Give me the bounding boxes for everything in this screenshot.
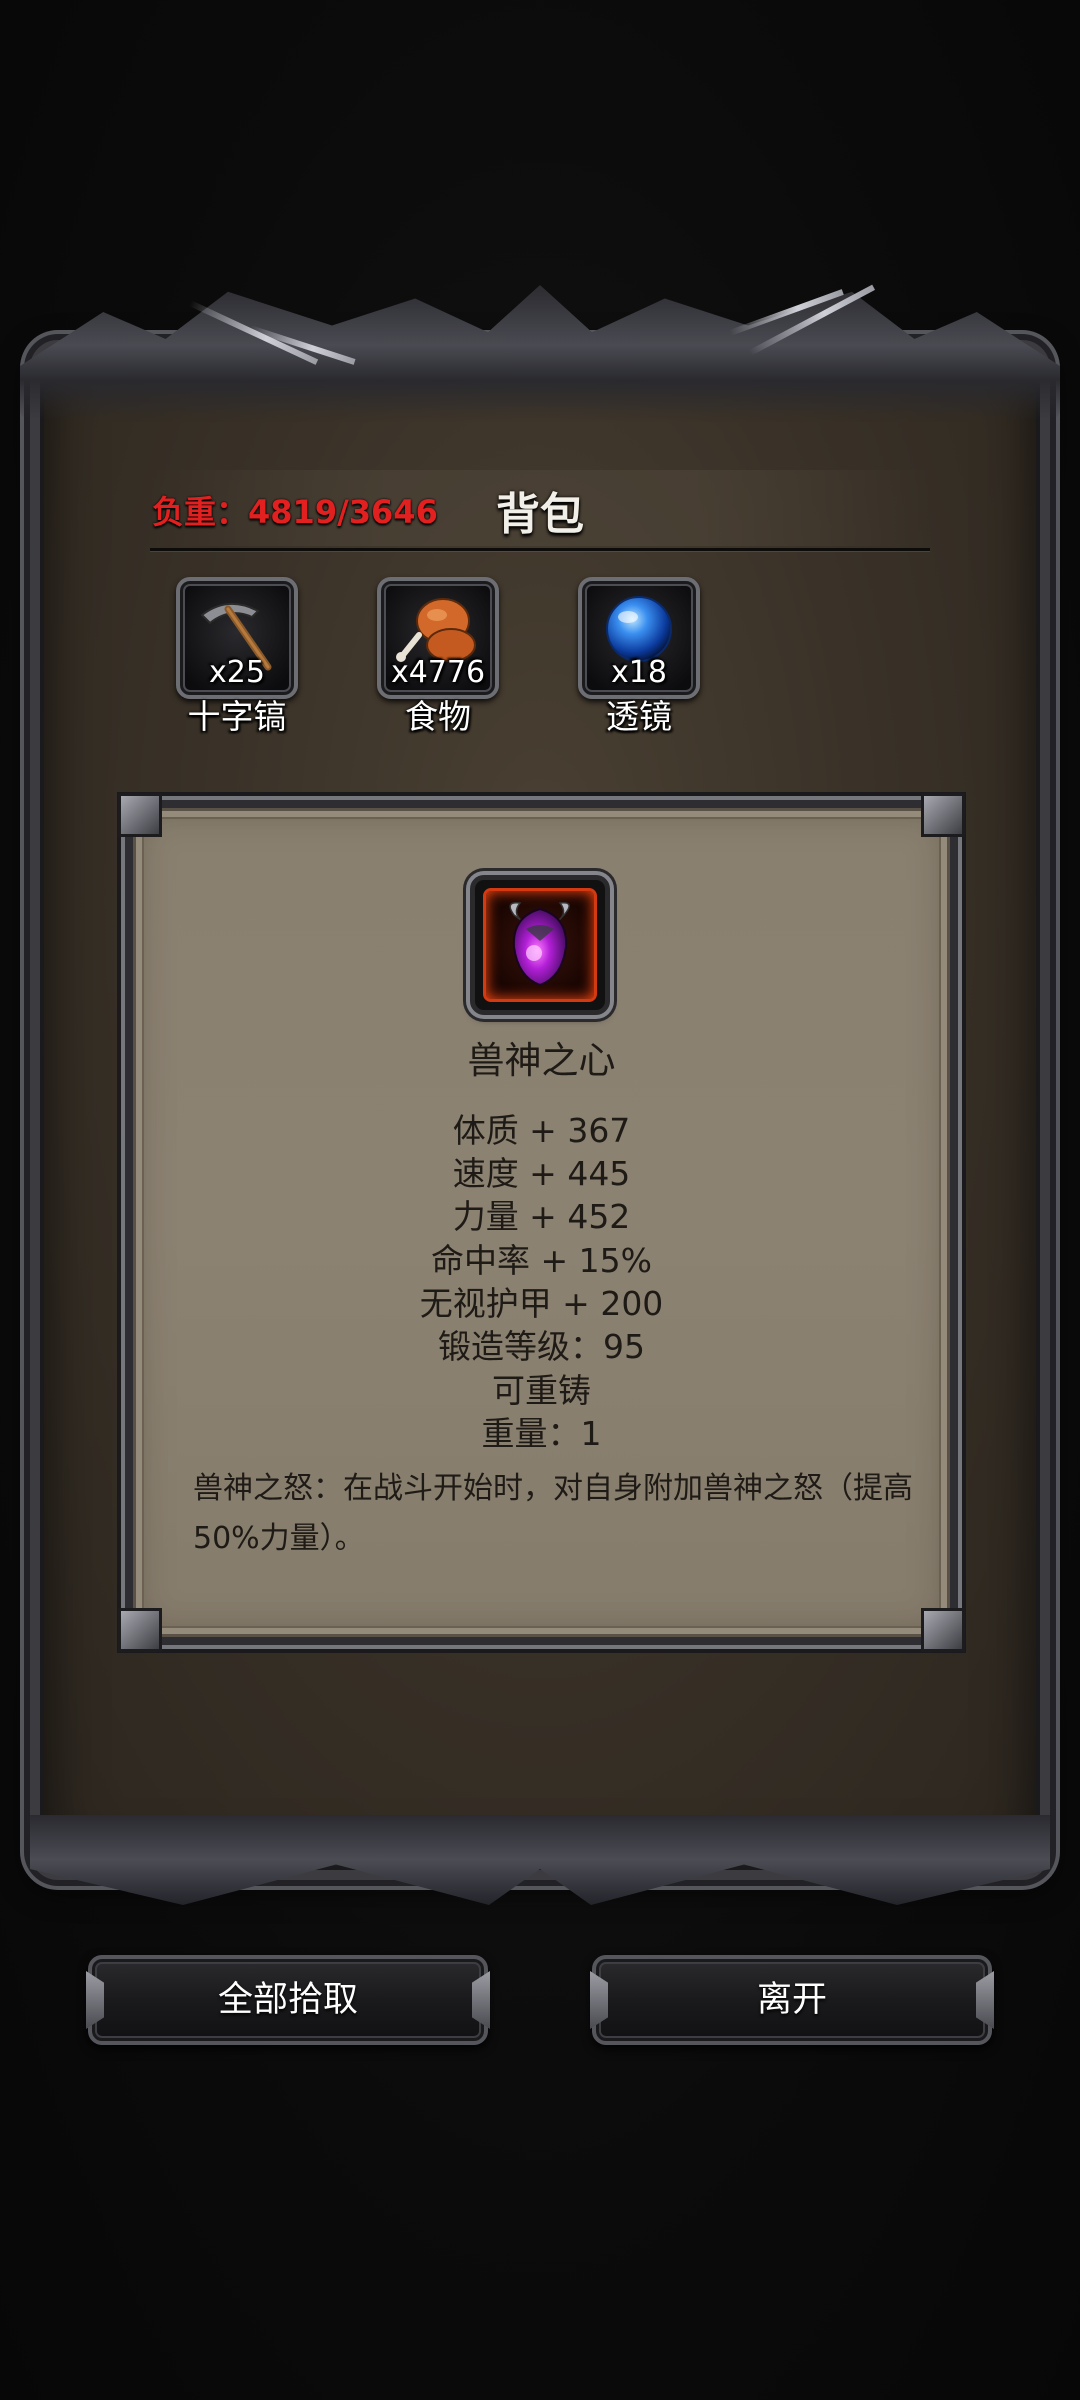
slot-count: x18: [611, 655, 667, 690]
card-corner: [921, 1608, 965, 1652]
inventory-slot-lens[interactable]: x18: [578, 577, 700, 699]
item-stat: 重量：1: [481, 1414, 602, 1453]
slot-count: x4776: [390, 655, 486, 690]
weight-indicator: 负重：4819/3646: [152, 487, 438, 533]
item-icon-frame: [470, 875, 610, 1015]
button-cap: [976, 1971, 994, 2029]
card-corner: [118, 793, 162, 837]
item-stat: 无视护甲 + 200: [419, 1284, 664, 1323]
slot-label: 十字镐: [187, 697, 287, 736]
leave-label: 离开: [756, 1980, 827, 2020]
item-stat: 可重铸: [492, 1371, 591, 1410]
card-corner: [118, 1608, 162, 1652]
weight-label: 负重：: [152, 493, 249, 531]
item-stat: 速度 + 445: [452, 1154, 631, 1193]
beast-heart-gem-icon: [509, 902, 570, 987]
leave-button[interactable]: 离开: [590, 1955, 994, 2045]
card-corner: [921, 793, 965, 837]
pickup-all-button[interactable]: 全部拾取: [86, 1955, 490, 2045]
slot-label: 食物: [405, 697, 471, 736]
item-stat: 力量 + 452: [452, 1197, 631, 1236]
item-stat: 命中率 + 15%: [431, 1241, 652, 1280]
button-cap: [86, 1971, 104, 2029]
weight-value: 4819/3646: [248, 493, 438, 531]
item-description: 兽神之怒：在战斗开始时，对自身附加兽神之怒（提高50%力量）。: [193, 1471, 913, 1556]
pickup-all-label: 全部拾取: [217, 1980, 358, 2020]
inventory-slot-pickaxe[interactable]: x25: [176, 577, 298, 699]
slot-count: x25: [209, 655, 265, 690]
header-divider: [150, 548, 930, 551]
item-icon-slot: [483, 888, 597, 1002]
button-cap: [590, 1971, 608, 2029]
page-title: 背包: [496, 489, 584, 540]
inventory-slot-food[interactable]: x4776: [377, 577, 499, 699]
item-stat: 体质 + 367: [452, 1111, 631, 1150]
panel-bottom-ornament: [30, 1815, 1050, 1905]
item-name: 兽神之心: [467, 1039, 616, 1082]
game-screen: 负重：4819/3646 背包 x25 十字镐 x4776 食物 x18 透镜 …: [0, 0, 1080, 2400]
item-stat: 锻造等级：95: [438, 1327, 645, 1366]
button-cap: [472, 1971, 490, 2029]
slot-label: 透镜: [606, 697, 672, 736]
panel-top-ornament: [20, 285, 1060, 420]
